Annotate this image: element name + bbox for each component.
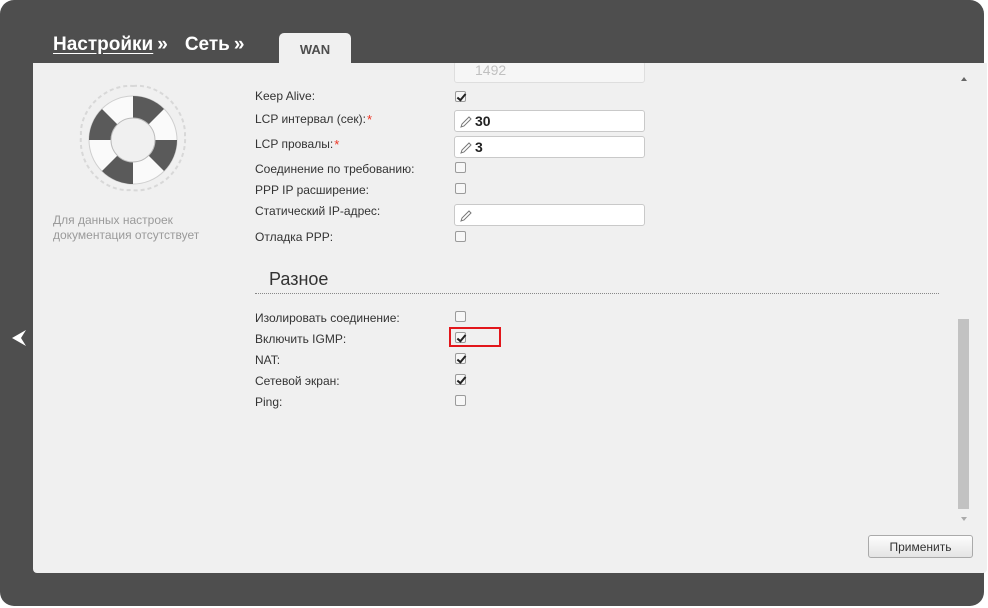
lcp-interval-label: LCP интервал (сек): (255, 112, 366, 126)
on-demand-label: Соединение по требованию: (255, 162, 415, 176)
lcp-interval-value: 30 (475, 113, 491, 129)
isolate-connection-label: Изолировать соединение: (255, 311, 400, 325)
lcp-interval-row: LCP интервал (сек):* (255, 112, 372, 127)
ppp-debug-checkbox[interactable] (455, 231, 466, 242)
ping-label: Ping: (255, 395, 283, 409)
breadcrumb: Настройки » Сеть » (53, 34, 244, 56)
isolate-connection-checkbox[interactable] (455, 311, 466, 322)
pencil-icon (459, 209, 473, 223)
lcp-failures-row: LCP провалы:* (255, 137, 339, 152)
lcp-failures-value: 3 (475, 139, 483, 155)
ping-checkbox[interactable] (455, 395, 466, 406)
section-title-misc: Разное (269, 269, 329, 289)
mtu-field[interactable]: 1492 (454, 63, 645, 83)
breadcrumb-network-link[interactable]: Сеть (185, 34, 230, 56)
required-mark: * (367, 112, 373, 127)
igmp-label: Включить IGMP: (255, 332, 347, 346)
firewall-checkbox[interactable] (455, 374, 466, 385)
static-ip-input[interactable] (454, 204, 645, 226)
keep-alive-checkbox[interactable] (455, 91, 466, 102)
breadcrumb-separator: » (233, 34, 245, 55)
pencil-icon (459, 141, 473, 155)
scrollbar-thumb[interactable] (958, 319, 969, 509)
breadcrumb-separator: » (157, 34, 168, 55)
settings-panel: Для данных настроек документация отсутст… (33, 63, 987, 573)
on-demand-checkbox[interactable] (455, 162, 466, 173)
back-arrow-icon[interactable] (8, 326, 30, 350)
ppp-ip-extension-checkbox[interactable] (455, 183, 466, 194)
scroll-down-arrow-icon[interactable] (961, 517, 967, 521)
nat-label: NAT: (255, 353, 281, 367)
keep-alive-label: Keep Alive: (255, 89, 316, 103)
nat-checkbox[interactable] (455, 353, 466, 364)
pencil-icon (459, 115, 473, 129)
tab-wan[interactable]: WAN (279, 33, 351, 65)
static-ip-label: Статический IP-адрес: (255, 204, 381, 218)
help-text: Для данных настроек документация отсутст… (53, 213, 200, 242)
breadcrumb-settings-link[interactable]: Настройки (53, 34, 153, 56)
scroll-up-arrow-icon[interactable] (961, 77, 967, 81)
lifebuoy-icon (73, 78, 193, 198)
required-mark: * (334, 137, 340, 152)
lcp-failures-input[interactable]: 3 (454, 136, 645, 158)
firewall-label: Сетевой экран: (255, 374, 340, 388)
section-divider (255, 293, 939, 294)
ppp-debug-label: Отладка PPP: (255, 230, 334, 244)
lcp-failures-label: LCP провалы: (255, 137, 334, 151)
apply-button[interactable]: Применить (868, 535, 973, 558)
lcp-interval-input[interactable]: 30 (454, 110, 645, 132)
igmp-highlight-box (449, 327, 501, 347)
ppp-ip-extension-label: PPP IP расширение: (255, 183, 369, 197)
